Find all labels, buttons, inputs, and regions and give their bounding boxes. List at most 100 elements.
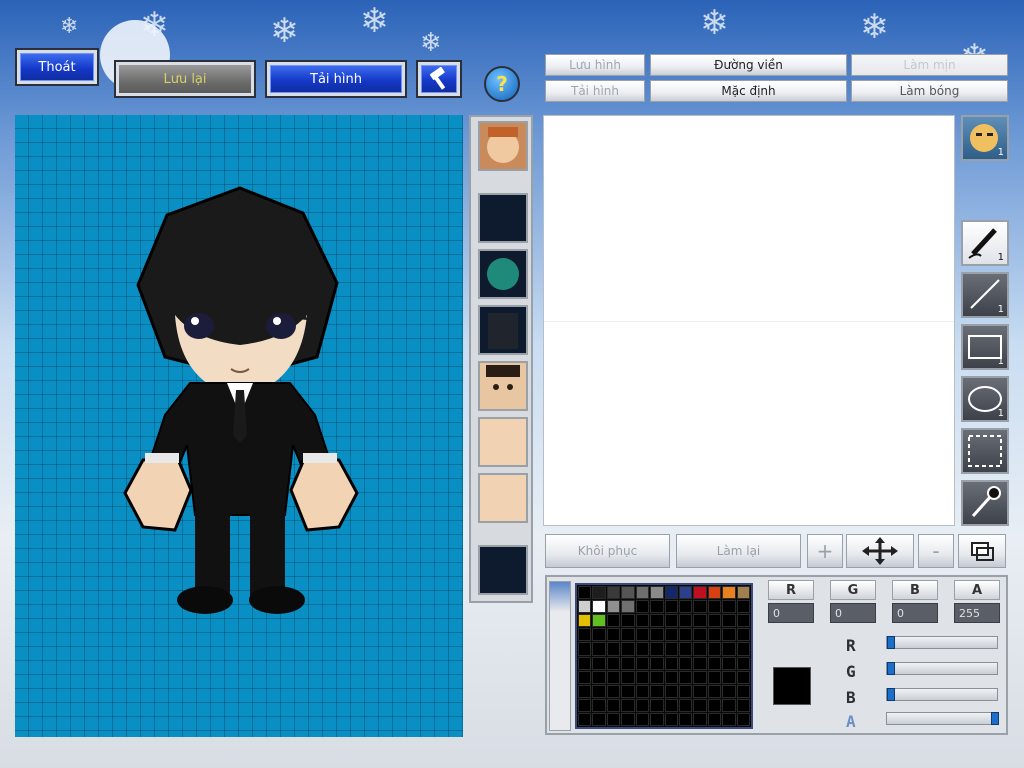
palette-swatch[interactable] [578, 586, 592, 600]
palette-swatch[interactable] [621, 670, 635, 684]
palette-swatch[interactable] [606, 712, 621, 726]
palette-swatch[interactable] [578, 712, 592, 726]
palette-swatch[interactable] [606, 628, 621, 642]
blue-slider-handle[interactable] [887, 688, 895, 701]
alpha-slider[interactable] [886, 712, 999, 725]
hammer-button[interactable] [416, 60, 462, 98]
palette-swatch[interactable] [707, 656, 722, 670]
reload-image-button[interactable]: Tải hình [265, 60, 407, 98]
palette-swatch[interactable] [621, 586, 635, 600]
palette-swatch[interactable] [635, 698, 650, 712]
palette-swatch[interactable] [707, 628, 722, 642]
palette-swatch[interactable] [664, 684, 678, 698]
palette-swatch[interactable] [606, 642, 621, 656]
palette-swatch[interactable] [606, 614, 621, 628]
line-tool[interactable]: 1 [961, 272, 1009, 318]
blue-value-field[interactable]: 0 [892, 603, 938, 623]
alpha-value-field[interactable]: 255 [954, 603, 1000, 623]
rectangle-tool[interactable]: 1 [961, 324, 1009, 370]
palette-swatch[interactable] [722, 628, 736, 642]
palette-swatch[interactable] [693, 600, 707, 614]
redo-button[interactable]: Làm lại [676, 534, 801, 568]
palette-swatch[interactable] [736, 670, 750, 684]
layer-order-button[interactable] [958, 534, 1006, 568]
palette-swatch[interactable] [678, 670, 693, 684]
palette-swatch[interactable] [693, 642, 707, 656]
palette-swatch[interactable] [578, 614, 592, 628]
palette-swatch[interactable] [678, 642, 693, 656]
layer-thumb-empty[interactable] [478, 545, 528, 595]
palette-swatch[interactable] [650, 656, 664, 670]
palette-swatch[interactable] [664, 712, 678, 726]
palette-swatch[interactable] [736, 586, 750, 600]
alpha-slider-handle[interactable] [991, 712, 999, 725]
palette-swatch[interactable] [592, 628, 606, 642]
palette-swatch[interactable] [722, 670, 736, 684]
palette-swatch[interactable] [693, 614, 707, 628]
drawing-canvas[interactable] [15, 115, 463, 737]
palette-swatch[interactable] [664, 600, 678, 614]
layer-thumb-hair[interactable] [478, 249, 528, 299]
palette-swatch[interactable] [650, 614, 664, 628]
palette-swatch[interactable] [606, 684, 621, 698]
palette-swatch[interactable] [635, 670, 650, 684]
layer-thumb-body[interactable] [478, 417, 528, 467]
palette-scrollbar[interactable] [549, 581, 571, 731]
palette-swatch[interactable] [635, 642, 650, 656]
palette-swatch[interactable] [722, 586, 736, 600]
blue-slider[interactable] [886, 688, 998, 701]
palette-swatch[interactable] [592, 684, 606, 698]
palette-swatch[interactable] [693, 656, 707, 670]
red-slider-handle[interactable] [887, 636, 895, 649]
palette-swatch[interactable] [592, 642, 606, 656]
restore-button[interactable]: Khôi phục [545, 534, 670, 568]
palette-swatch[interactable] [693, 698, 707, 712]
palette-swatch[interactable] [707, 698, 722, 712]
palette-swatch[interactable] [592, 586, 606, 600]
brush-tool[interactable]: 1 [961, 220, 1009, 266]
palette-swatch[interactable] [707, 614, 722, 628]
palette-swatch[interactable] [578, 642, 592, 656]
palette-swatch[interactable] [635, 614, 650, 628]
palette-swatch[interactable] [707, 684, 722, 698]
shadow-toggle[interactable]: Làm bóng [851, 80, 1008, 102]
layer-thumb-skin[interactable] [478, 473, 528, 523]
palette-swatch[interactable] [664, 656, 678, 670]
palette-swatch[interactable] [650, 670, 664, 684]
palette-swatch[interactable] [722, 656, 736, 670]
palette-swatch[interactable] [707, 712, 722, 726]
palette-swatch[interactable] [664, 628, 678, 642]
outline-tab[interactable]: Đường viền [650, 54, 847, 76]
palette-swatch[interactable] [722, 712, 736, 726]
palette-swatch[interactable] [736, 656, 750, 670]
face-tool[interactable]: 1 [961, 115, 1009, 161]
palette-swatch[interactable] [707, 586, 722, 600]
palette-swatch[interactable] [664, 698, 678, 712]
green-value-field[interactable]: 0 [830, 603, 876, 623]
palette-swatch[interactable] [678, 600, 693, 614]
palette-swatch[interactable] [707, 670, 722, 684]
palette-swatch[interactable] [650, 698, 664, 712]
palette-swatch[interactable] [722, 684, 736, 698]
palette-swatch[interactable] [635, 684, 650, 698]
green-slider-handle[interactable] [887, 662, 895, 675]
layer-thumb-suit[interactable] [478, 305, 528, 355]
palette-swatch[interactable] [621, 656, 635, 670]
reload-image-tab[interactable]: Tải hình [545, 80, 645, 102]
palette-swatch[interactable] [606, 586, 621, 600]
palette-swatch[interactable] [592, 670, 606, 684]
palette-swatch[interactable] [578, 670, 592, 684]
eyedropper-tool[interactable] [961, 480, 1009, 526]
palette-swatch[interactable] [678, 684, 693, 698]
palette-swatch[interactable] [736, 698, 750, 712]
palette-swatch[interactable] [693, 586, 707, 600]
palette-swatch[interactable] [650, 642, 664, 656]
palette-swatch[interactable] [736, 712, 750, 726]
palette-swatch[interactable] [635, 586, 650, 600]
palette-swatch[interactable] [592, 698, 606, 712]
layer-thumb-empty[interactable] [478, 193, 528, 243]
save-image-tab[interactable]: Lưu hình [545, 54, 645, 76]
help-button[interactable]: ? [484, 66, 520, 102]
palette-swatch[interactable] [722, 614, 736, 628]
palette-swatch[interactable] [664, 670, 678, 684]
